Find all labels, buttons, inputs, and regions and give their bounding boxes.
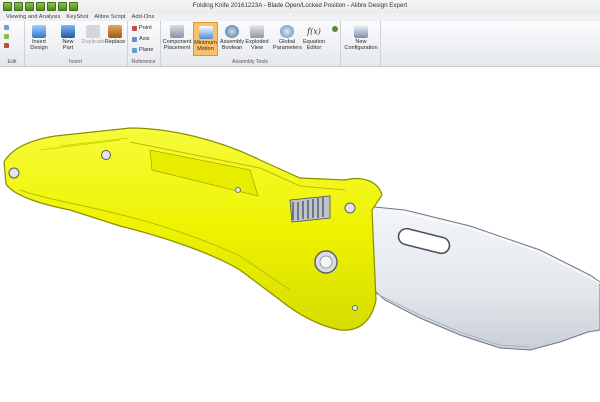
plane-button[interactable]: Plane xyxy=(132,47,153,53)
ribbon: Edit Insert Design New Part Duplicate Re… xyxy=(0,21,600,67)
pivot-screw-center xyxy=(319,255,333,269)
replace-button[interactable]: Replace xyxy=(104,25,126,45)
group-reference: Point Axis Plane Reference xyxy=(127,21,161,66)
menu-viewing-analysis[interactable]: Viewing and Analysis xyxy=(6,13,60,21)
edit-tool-1[interactable] xyxy=(4,25,9,30)
axis-button[interactable]: Axis xyxy=(132,36,150,42)
insert-design-icon xyxy=(32,25,46,38)
point-button[interactable]: Point xyxy=(132,25,152,31)
point-icon xyxy=(132,25,137,31)
screw-mid xyxy=(101,150,111,160)
group-label-insert: Insert xyxy=(69,59,82,65)
global-parameters-button[interactable]: Global Parameters xyxy=(273,25,302,51)
new-part-button[interactable]: New Part xyxy=(54,25,82,51)
screw-front xyxy=(344,202,356,214)
axis-icon xyxy=(132,36,137,42)
window-title: Folding Knife 20161223A - Blade Open/Loc… xyxy=(192,2,408,9)
minimum-motion-icon xyxy=(198,26,213,39)
equation-editor-button[interactable]: f(x) Equation Editor xyxy=(301,25,327,51)
edit-tool-2[interactable] xyxy=(4,34,9,39)
edit-tool-3[interactable] xyxy=(4,43,9,48)
config-tool[interactable] xyxy=(332,26,338,32)
exploded-view-button[interactable]: Exploded View xyxy=(244,25,270,51)
new-part-icon xyxy=(61,25,75,38)
assembly-boolean-icon xyxy=(225,25,239,38)
component-placement-icon xyxy=(170,25,184,38)
new-configuration-button[interactable]: New Configuration xyxy=(342,25,380,51)
plane-icon xyxy=(132,47,137,53)
group-edit: Edit xyxy=(0,21,25,66)
blade xyxy=(364,205,600,351)
group-insert: Insert Design New Part Duplicate Replace… xyxy=(24,21,128,66)
group-assembly-tools: Component Placement Minimum Motion Assem… xyxy=(160,21,341,66)
menu-alibre-script[interactable]: Alibre Script xyxy=(94,13,125,21)
exploded-view-icon xyxy=(250,25,264,38)
function-icon: f(x) xyxy=(307,27,321,36)
insert-design-button[interactable]: Insert Design xyxy=(29,25,49,51)
menu-bar: Viewing and Analysis KeyShot Alibre Scri… xyxy=(0,13,600,21)
duplicate-icon xyxy=(86,25,100,38)
minimum-motion-button[interactable]: Minimum Motion xyxy=(193,22,218,56)
knife-model[interactable] xyxy=(0,67,600,400)
group-label-edit: Edit xyxy=(7,59,17,65)
screw-rear xyxy=(8,167,20,179)
duplicate-button[interactable]: Duplicate xyxy=(80,25,106,45)
group-label-assembly-tools: Assembly Tools xyxy=(232,59,268,65)
liner-lock xyxy=(289,195,331,223)
component-placement-button[interactable]: Component Placement xyxy=(161,25,193,51)
title-bar: Folding Knife 20161223A - Blade Open/Loc… xyxy=(0,0,600,14)
global-parameters-icon xyxy=(280,25,294,38)
group-label-reference: Reference xyxy=(131,59,156,65)
menu-add-ons[interactable]: Add-Ons xyxy=(132,13,155,21)
replace-icon xyxy=(108,25,122,38)
graphics-viewport[interactable] xyxy=(0,67,600,400)
group-configuration: New Configuration xyxy=(332,21,381,66)
assembly-boolean-button[interactable]: Assembly Boolean xyxy=(219,25,245,51)
screw-lower xyxy=(352,305,358,311)
menu-keyshot[interactable]: KeyShot xyxy=(66,13,88,21)
new-configuration-icon xyxy=(354,25,368,38)
screw-small xyxy=(235,187,241,193)
